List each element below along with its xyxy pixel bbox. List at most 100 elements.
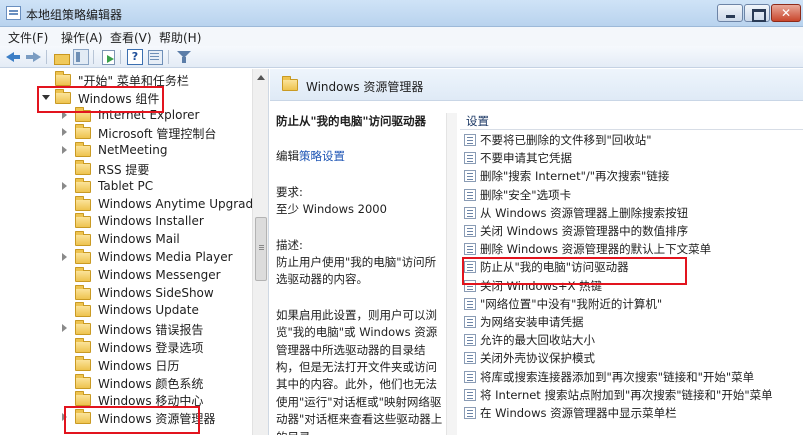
setting-item[interactable]: 不要将已删除的文件移到"回收站" [462, 131, 802, 149]
setting-label: 不要申请其它凭据 [480, 151, 572, 166]
tree-item-label: Windows Messenger [98, 267, 221, 282]
expand-closed-icon[interactable] [62, 253, 67, 261]
tree-item-label: RSS 提要 [98, 163, 150, 177]
policy-setting-icon [464, 370, 476, 383]
highlight-box-windows-components [37, 86, 164, 113]
setting-label: 删除"安全"选项卡 [480, 187, 572, 202]
setting-item[interactable]: 为网络安装申请凭据 [462, 313, 802, 331]
tree-item-label: Windows 颜色系统 [98, 376, 204, 391]
policy-setting-icon [464, 388, 476, 401]
policy-setting-icon [464, 334, 476, 347]
folder-icon [75, 160, 91, 175]
requirements-value: 至少 Windows 2000 [276, 202, 387, 217]
tree-item-label: Windows Anytime Upgrade [98, 196, 261, 211]
policy-setting-icon [464, 225, 476, 237]
setting-label: 关闭外壳协议保护模式 [480, 351, 595, 366]
highlight-box-prevent-drive-access [462, 257, 687, 285]
setting-item[interactable]: 关闭外壳协议保护模式 [462, 349, 802, 367]
tree-item-label: Tablet PC [98, 178, 154, 193]
maximize-button[interactable] [744, 4, 770, 22]
description-panel: 防止从"我的电脑"访问驱动器 编辑策略设置 要求: 至少 Windows 200… [276, 113, 444, 435]
menu-file[interactable]: 文件(F) [8, 29, 48, 46]
up-folder-icon[interactable] [53, 49, 70, 65]
setting-item[interactable]: 关闭 Windows 资源管理器中的数值排序 [462, 222, 802, 240]
setting-item[interactable]: 将 Internet 搜索站点附加到"再次搜索"链接和"开始"菜单 [462, 386, 802, 404]
settings-column-label: 设置 [466, 114, 489, 128]
policy-setting-icon [464, 206, 476, 219]
close-button[interactable] [771, 4, 801, 22]
tree-item-label: Windows 日历 [98, 358, 180, 373]
setting-item[interactable]: 在 Windows 资源管理器中显示菜单栏 [462, 404, 802, 422]
tree-item-label: Microsoft 管理控制台 [98, 127, 217, 142]
policy-setting-icon [464, 316, 476, 328]
description-scrollbar[interactable] [446, 113, 457, 435]
setting-label: 允许的最大回收站大小 [480, 333, 595, 348]
tree-item-label: Windows Mail [98, 232, 180, 247]
menu-help[interactable]: 帮助(H) [159, 29, 201, 46]
settings-column-header[interactable]: 设置 [460, 111, 803, 130]
forward-arrow-icon[interactable] [26, 49, 42, 65]
expand-closed-icon[interactable] [62, 181, 67, 190]
setting-label: "网络位置"中没有"我附近的计算机" [480, 296, 663, 311]
folder-icon [75, 266, 91, 282]
toolbar-divider [46, 50, 47, 64]
folder-icon [55, 71, 71, 86]
show-hide-tree-icon[interactable] [73, 49, 89, 65]
tree-item-label: Windows Update [98, 303, 199, 318]
edit-policy-link[interactable]: 策略设置 [299, 149, 345, 163]
policy-title: 防止从"我的电脑"访问驱动器 [276, 114, 426, 128]
folder-icon [75, 338, 91, 353]
setting-item[interactable]: 删除 Windows 资源管理器的默认上下文菜单 [462, 240, 802, 258]
edit-prefix: 编辑 [276, 149, 299, 164]
folder-icon [75, 391, 91, 407]
setting-item[interactable]: 从 Windows 资源管理器上删除搜索按钮 [462, 204, 802, 222]
tree-scrollbar[interactable] [252, 69, 268, 435]
setting-label: 在 Windows 资源管理器中显示菜单栏 [480, 406, 677, 420]
folder-icon [75, 124, 91, 140]
folder-icon [75, 249, 91, 264]
setting-label: 从 Windows 资源管理器上删除搜索按钮 [480, 205, 689, 220]
folder-icon [75, 373, 91, 389]
expand-closed-icon[interactable] [62, 128, 67, 137]
window-title: 本地组策略编辑器 [26, 8, 123, 22]
details-pane: Windows 资源管理器 防止从"我的电脑"访问驱动器 编辑策略设置 要求: … [270, 69, 803, 435]
tree-item-label: Windows SideShow [98, 285, 214, 300]
folder-icon [75, 142, 91, 158]
policy-setting-icon [464, 352, 476, 365]
menu-action[interactable]: 操作(A) [61, 29, 103, 46]
setting-label: 为网络安装申请凭据 [480, 315, 584, 329]
expand-closed-icon[interactable] [62, 146, 67, 155]
back-arrow-icon[interactable] [6, 49, 22, 65]
folder-icon [75, 302, 91, 318]
navigation-tree: "开始" 菜单和任务栏 Windows 组件 Internet Explorer Mi… [0, 69, 269, 435]
setting-item[interactable]: 删除"搜索 Internet"/"再次搜索"链接 [462, 167, 802, 185]
description-label: 描述: [276, 237, 303, 252]
tree-item-label: NetMeeting [98, 143, 168, 158]
folder-icon [75, 231, 91, 247]
details-header: Windows 资源管理器 [270, 69, 803, 101]
policy-setting-icon [464, 170, 476, 183]
expand-closed-icon[interactable] [62, 324, 67, 333]
setting-item[interactable]: 删除"安全"选项卡 [462, 186, 802, 204]
setting-item[interactable]: 允许的最大回收站大小 [462, 331, 802, 349]
description-more: 如果启用此设置，则用户可以浏览"我的电脑"或 Windows 资源管理器中所选驱… [276, 307, 443, 435]
filter-icon[interactable] [176, 49, 192, 65]
folder-icon [75, 177, 91, 193]
tree-item-label: Windows 错误报告 [98, 323, 204, 338]
description-text: 防止用户使用"我的电脑"访问所选驱动器的内容。 [276, 255, 437, 287]
help-icon[interactable]: ? [127, 49, 143, 65]
setting-item[interactable]: "网络位置"中没有"我附近的计算机" [462, 295, 802, 313]
scroll-up-arrow-icon[interactable] [257, 75, 265, 80]
tree-item-label: Windows 登录选项 [98, 341, 204, 355]
minimize-button[interactable] [717, 4, 743, 22]
setting-item[interactable]: 不要申请其它凭据 [462, 149, 802, 167]
setting-item[interactable]: 将库或搜索连接器添加到"再次搜索"链接和"开始"菜单 [462, 368, 802, 386]
properties-icon[interactable] [147, 49, 163, 65]
menu-view[interactable]: 查看(V) [110, 29, 152, 46]
tree-scroll-thumb[interactable] [255, 217, 267, 281]
policy-setting-icon [464, 407, 476, 419]
policy-setting-icon [464, 297, 476, 310]
export-list-icon[interactable] [100, 49, 116, 65]
toolbar-divider [120, 50, 121, 64]
folder-icon [75, 284, 91, 300]
